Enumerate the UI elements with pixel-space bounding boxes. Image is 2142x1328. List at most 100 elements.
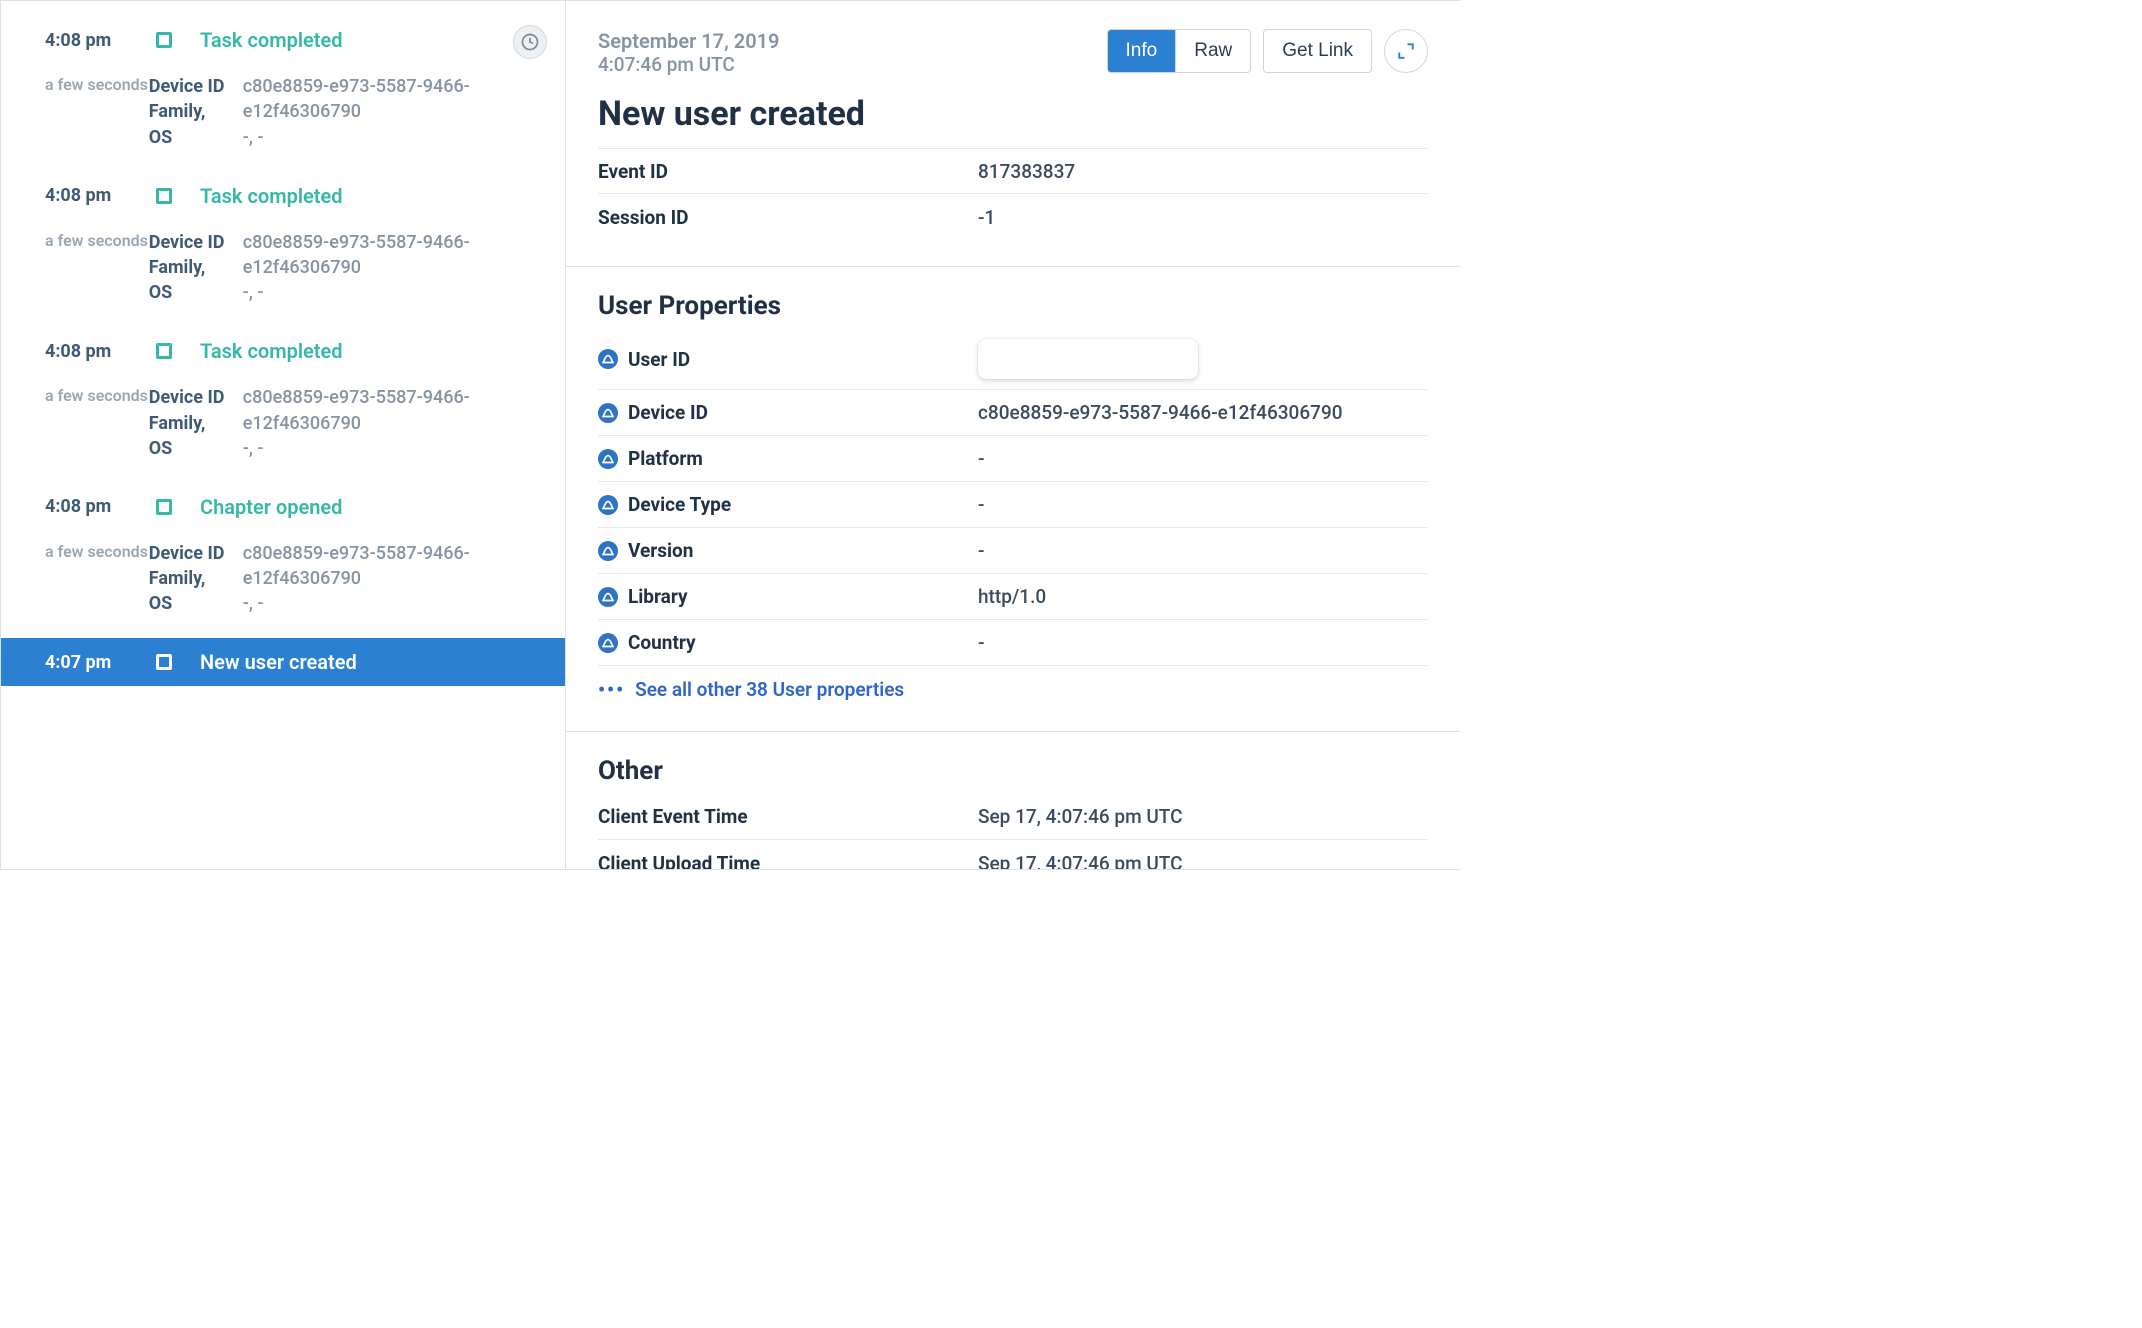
timeline-event[interactable]: 4:08 pm Task completed xyxy=(1,16,565,64)
section-heading: User Properties xyxy=(598,291,1428,321)
event-type-icon xyxy=(156,32,200,48)
clock-icon xyxy=(520,32,540,52)
expand-icon xyxy=(1397,42,1415,60)
event-time: 4:08 pm xyxy=(1,30,156,51)
timeline-meta: a few seconds Device ID Family, OS c80e8… xyxy=(1,531,565,639)
prop-row: Client Upload Time Sep 17, 4:07:46 pm UT… xyxy=(598,840,1428,869)
expand-button[interactable] xyxy=(1384,29,1428,73)
meta-label-device-id: Device ID xyxy=(149,541,233,566)
prop-value: - xyxy=(978,539,1428,562)
property-source-icon xyxy=(598,587,618,607)
event-type-icon xyxy=(156,654,200,670)
timeline-event-selected[interactable]: 4:07 pm New user created xyxy=(1,638,565,686)
prop-value: - xyxy=(978,631,1428,654)
prop-value: -1 xyxy=(978,206,1428,229)
timeline-meta: a few seconds Device ID Family, OS c80e8… xyxy=(1,375,565,483)
prop-row: Device ID c80e8859-e973-5587-9466-e12f46… xyxy=(598,390,1428,436)
timeline-panel: OS 4:08 pm Task completed a few seconds … xyxy=(1,1,566,869)
relative-time: a few seconds xyxy=(1,74,149,150)
prop-row: User ID xyxy=(598,329,1428,390)
ellipsis-icon: ••• xyxy=(598,678,625,701)
meta-value-family-os: -, - xyxy=(243,280,565,305)
prop-row: Session ID -1 xyxy=(598,194,1428,240)
detail-time: 4:07:46 pm UTC xyxy=(598,53,779,76)
timeline-scroll: OS 4:08 pm Task completed a few seconds … xyxy=(1,1,565,686)
event-name: New user created xyxy=(200,650,357,674)
app-container: OS 4:08 pm Task completed a few seconds … xyxy=(0,0,1460,870)
event-time: 4:07 pm xyxy=(1,652,156,673)
prop-value: c80e8859-e973-5587-9466-e12f46306790 xyxy=(978,401,1428,424)
event-time: 4:08 pm xyxy=(1,341,156,362)
event-time: 4:08 pm xyxy=(1,185,156,206)
timeline-meta: a few seconds Device ID Family, OS c80e8… xyxy=(1,64,565,172)
timeline-event[interactable]: 4:08 pm Task completed xyxy=(1,327,565,375)
event-name: Chapter opened xyxy=(200,495,342,519)
detail-panel: September 17, 2019 4:07:46 pm UTC Info R… xyxy=(566,1,1460,869)
get-link-button[interactable]: Get Link xyxy=(1263,29,1372,73)
tab-raw[interactable]: Raw xyxy=(1175,30,1250,72)
detail-header: September 17, 2019 4:07:46 pm UTC Info R… xyxy=(566,1,1460,94)
prop-value: - xyxy=(978,447,1428,470)
see-all-user-properties[interactable]: ••• See all other 38 User properties xyxy=(598,666,1428,705)
meta-value-family-os: -, - xyxy=(243,125,565,150)
event-type-icon xyxy=(156,499,200,515)
relative-time: a few seconds xyxy=(1,230,149,306)
detail-date: September 17, 2019 xyxy=(598,29,779,53)
prop-label: Client Upload Time xyxy=(598,852,978,870)
timeline-event[interactable]: 4:08 pm Task completed xyxy=(1,172,565,220)
prop-value: Sep 17, 4:07:46 pm UTC xyxy=(978,852,1428,870)
user-properties-section: User Properties User ID Device ID xyxy=(566,266,1460,731)
section-heading: Other xyxy=(598,756,1428,786)
meta-label-device-id: Device ID xyxy=(149,230,233,255)
prop-value: Sep 17, 4:07:46 pm UTC xyxy=(978,805,1428,828)
relative-time: a few seconds xyxy=(1,385,149,461)
prop-row: Version - xyxy=(598,528,1428,574)
property-source-icon xyxy=(598,349,618,369)
event-name: Task completed xyxy=(200,28,343,52)
meta-label-family-os: Family, OS xyxy=(149,99,233,149)
prop-label: Country xyxy=(628,631,696,654)
meta-label-family-os: Family, OS xyxy=(149,255,233,305)
event-time: 4:08 pm xyxy=(1,496,156,517)
meta-label-device-id: Device ID xyxy=(149,385,233,410)
property-source-icon xyxy=(598,449,618,469)
prop-label: Version xyxy=(628,539,693,562)
other-section: Other Client Event Time Sep 17, 4:07:46 … xyxy=(566,731,1460,869)
meta-value-device-id: c80e8859-e973-5587-9466-e12f46306790 xyxy=(243,541,565,591)
prop-row: Device Type - xyxy=(598,482,1428,528)
prop-row: Country - xyxy=(598,620,1428,666)
info-raw-toggle: Info Raw xyxy=(1107,29,1252,73)
relative-time: a few seconds xyxy=(1,541,149,617)
timeline-event[interactable]: 4:08 pm Chapter opened xyxy=(1,483,565,531)
meta-label-family-os: Family, OS xyxy=(149,566,233,616)
timeline-meta: a few seconds Device ID Family, OS c80e8… xyxy=(1,220,565,328)
meta-value-device-id: c80e8859-e973-5587-9466-e12f46306790 xyxy=(243,385,565,435)
prop-row: Client Event Time Sep 17, 4:07:46 pm UTC xyxy=(598,794,1428,840)
prop-value-redacted xyxy=(978,339,1428,379)
prop-label: Platform xyxy=(628,447,703,470)
relative-time xyxy=(1,1,156,6)
meta-label-device-id: Device ID xyxy=(149,74,233,99)
event-name: Task completed xyxy=(200,184,343,208)
see-all-label: See all other 38 User properties xyxy=(635,678,904,701)
detail-title: New user created xyxy=(566,94,1460,148)
prop-label: Client Event Time xyxy=(598,805,978,828)
meta-value-family-os: -, - xyxy=(243,436,565,461)
meta-label-family-os: Family, OS xyxy=(149,411,233,461)
property-source-icon xyxy=(598,633,618,653)
prop-row: Event ID 817383837 xyxy=(598,148,1428,194)
prop-label: Session ID xyxy=(598,206,978,229)
meta-value-device-id: c80e8859-e973-5587-9466-e12f46306790 xyxy=(243,230,565,280)
event-type-icon xyxy=(156,188,200,204)
property-source-icon xyxy=(598,495,618,515)
meta-value-device-id: c80e8859-e973-5587-9466-e12f46306790 xyxy=(243,74,565,124)
prop-row: Library http/1.0 xyxy=(598,574,1428,620)
timeline-meta-fragment: OS xyxy=(1,1,565,16)
clock-icon-button[interactable] xyxy=(513,25,547,59)
prop-row: Platform - xyxy=(598,436,1428,482)
meta-value-family-os: -, - xyxy=(243,591,565,616)
prop-value: - xyxy=(978,493,1428,516)
prop-value: http/1.0 xyxy=(978,585,1428,608)
tab-info[interactable]: Info xyxy=(1108,30,1176,72)
top-props-section: Event ID 817383837 Session ID -1 xyxy=(566,148,1460,266)
